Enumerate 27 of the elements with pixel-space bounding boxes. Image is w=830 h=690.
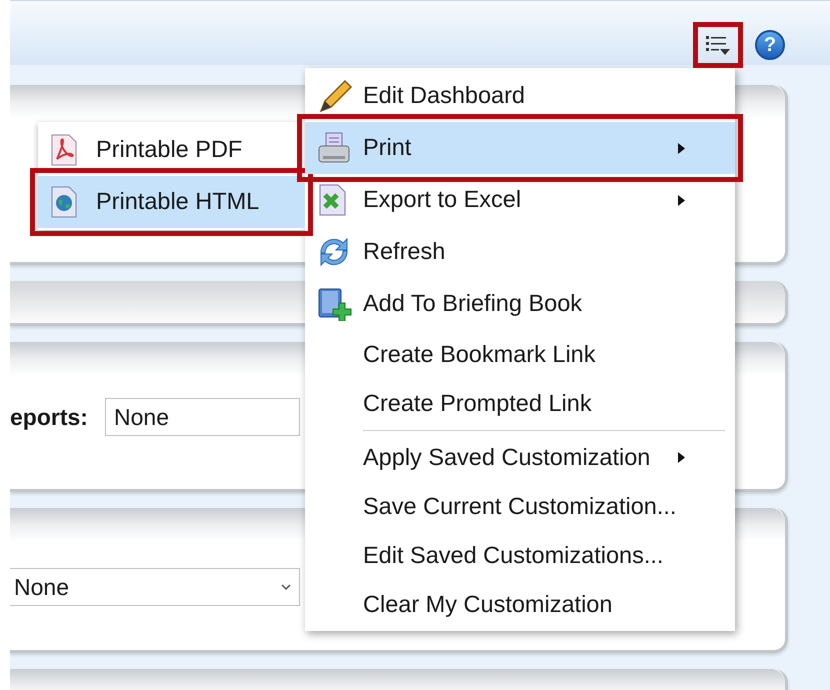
- menu-item[interactable]: Create Prompted Link: [305, 379, 735, 428]
- spreadsheet-icon: [317, 184, 347, 216]
- menu-item[interactable]: Export to Excel: [305, 174, 735, 226]
- globe-document-icon: [50, 186, 78, 218]
- printer-icon: [317, 132, 351, 164]
- submenu-arrow-icon: [678, 452, 685, 463]
- menu-item[interactable]: Clear My Customization: [305, 580, 735, 629]
- submenu-item[interactable]: Printable PDF: [38, 124, 305, 176]
- chevron-down-icon: [281, 584, 291, 590]
- pdf-document-icon: [50, 134, 78, 166]
- reports-field[interactable]: None: [105, 398, 300, 436]
- menu-item[interactable]: Print: [305, 122, 735, 174]
- menu-item[interactable]: Edit Saved Customizations...: [305, 531, 735, 580]
- submenu-arrow-icon: [678, 194, 685, 206]
- submenu-arrow-icon: [678, 142, 685, 154]
- list-menu-icon: [705, 34, 731, 56]
- book-plus-icon: [317, 287, 353, 321]
- select-field[interactable]: None: [10, 568, 300, 606]
- menu-item[interactable]: Refresh: [305, 226, 735, 278]
- menu-item[interactable]: Apply Saved Customization: [305, 433, 735, 482]
- menu-item[interactable]: Save Current Customization...: [305, 482, 735, 531]
- pencil-icon: [317, 79, 353, 113]
- field-label: eports:: [10, 402, 89, 432]
- menu-item[interactable]: Add To Briefing Book: [305, 278, 735, 330]
- menu-item[interactable]: Create Bookmark Link: [305, 330, 735, 379]
- menu-item[interactable]: Edit Dashboard: [305, 70, 735, 122]
- submenu-item[interactable]: Printable HTML: [38, 176, 305, 228]
